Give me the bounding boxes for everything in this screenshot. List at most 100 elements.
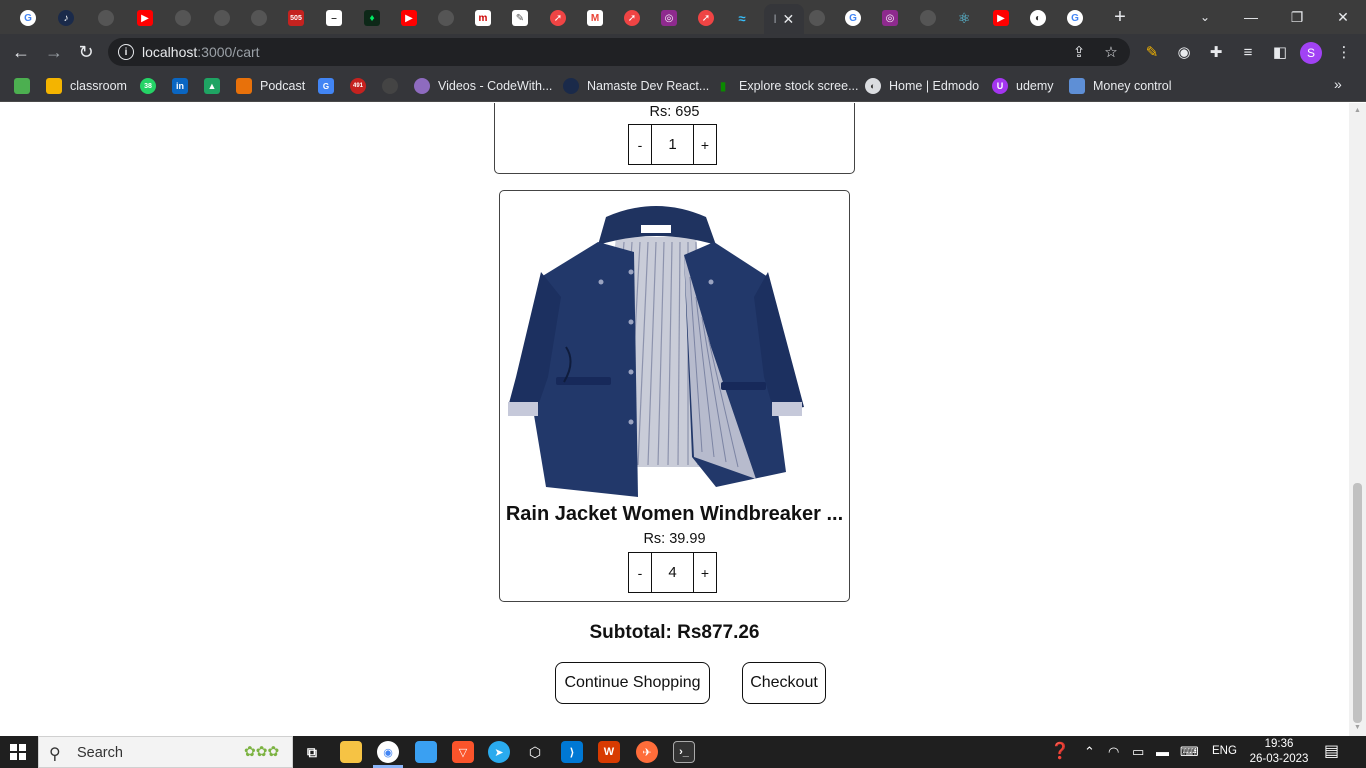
bookmark-translate[interactable]: G [318, 76, 342, 96]
close-window-button[interactable]: ✕ [1320, 0, 1366, 34]
tab-notes[interactable]: – [316, 4, 352, 32]
tab-rocket-2[interactable]: ➚ [614, 4, 650, 32]
language-indicator[interactable]: ENG [1212, 745, 1237, 757]
tab-react[interactable]: ⚛ [946, 4, 982, 32]
terminal-icon[interactable]: ›_ [673, 741, 695, 763]
tab-globe[interactable]: ◐ [1020, 4, 1056, 32]
tab-google-3[interactable]: G [1057, 4, 1093, 32]
wps-office-icon[interactable]: W [598, 741, 620, 763]
keyboard-icon[interactable]: ⌨ [1180, 744, 1199, 760]
cube-app-icon[interactable]: ⬡ [524, 741, 546, 763]
tab-github-2[interactable] [165, 4, 201, 32]
system-clock[interactable]: 19:36 26-03-2023 [1246, 736, 1312, 768]
chrome-icon[interactable]: ◉ [377, 741, 399, 763]
tab-mongodb[interactable]: ♦ [354, 4, 390, 32]
tab-github-3[interactable] [204, 4, 240, 32]
forward-arrow-icon[interactable]: → [41, 39, 67, 65]
bookmark-star-icon[interactable]: ☆ [1102, 43, 1120, 61]
bookmark-edmodo[interactable]: ◐ Home | Edmodo [865, 76, 979, 96]
scroll-up-arrow-icon[interactable]: ▲ [1353, 107, 1362, 115]
tab-calendar[interactable]: 505 [278, 4, 314, 32]
tab-app-2[interactable]: ◎ [872, 4, 908, 32]
decrement-button[interactable]: - [628, 124, 652, 165]
bookmark-moneycontrol[interactable]: Money control [1069, 76, 1172, 96]
battery-icon[interactable]: ▬ [1156, 744, 1169, 759]
tab-github-5[interactable] [428, 4, 464, 32]
site-info-icon[interactable]: i [118, 44, 134, 60]
menu-kebab-icon[interactable]: ⋮ [1334, 42, 1354, 62]
brave-icon[interactable]: ▽ [452, 741, 474, 763]
tab-tailwind[interactable]: ≈ [724, 4, 760, 32]
tab-youtube-3[interactable]: ▶ [983, 4, 1019, 32]
scrollbar-thumb[interactable] [1353, 483, 1362, 723]
bookmark-calendar[interactable]: 491 [350, 76, 374, 96]
extensions-puzzle-icon[interactable]: ✚ [1206, 42, 1226, 62]
notifications-icon[interactable]: ▤ [1324, 741, 1339, 761]
taskbar-search-box[interactable]: ⚲ Search ✿✿✿ [38, 736, 293, 768]
checkout-button[interactable]: Checkout [742, 662, 826, 704]
pen-extension-icon[interactable]: ✎ [1142, 42, 1162, 62]
bookmarks-overflow-icon[interactable]: » [1334, 76, 1342, 92]
increment-button[interactable]: + [693, 552, 717, 593]
bookmark-github[interactable] [382, 76, 406, 96]
bookmark-whatsapp[interactable]: 38 [140, 76, 164, 96]
media-control-icon[interactable]: ≡ [1238, 42, 1258, 62]
google-icon: G [20, 10, 36, 26]
task-view-icon[interactable]: ⧉ [301, 741, 323, 763]
minimize-button[interactable]: — [1228, 0, 1274, 34]
close-tab-icon[interactable]: ✕ [782, 11, 794, 28]
help-icon[interactable]: ❓ [1050, 741, 1070, 761]
windows-start-icon[interactable] [10, 744, 26, 760]
postman-icon[interactable]: ✈ [636, 741, 658, 763]
bookmark-stock[interactable]: ▮ Explore stock scree... [715, 76, 859, 96]
increment-button[interactable]: + [693, 124, 717, 165]
tab-github-7[interactable] [910, 4, 946, 32]
scroll-down-arrow-icon[interactable]: ▼ [1353, 724, 1362, 732]
tab-rocket-3[interactable]: ➚ [688, 4, 724, 32]
address-bar[interactable]: i localhost:3000/cart ⇪ ☆ [108, 38, 1130, 66]
tab-youtube-1[interactable]: ▶ [127, 4, 163, 32]
bookmark-linkedin[interactable]: in [172, 76, 196, 96]
wifi-icon[interactable]: ◠ [1108, 744, 1119, 760]
telegram-icon[interactable]: ➤ [488, 741, 510, 763]
tab-active-cart[interactable]: l ✕ [764, 4, 804, 34]
tab-doc[interactable]: ✎ [502, 4, 538, 32]
continue-shopping-button[interactable]: Continue Shopping [555, 662, 710, 704]
restore-button[interactable]: ❐ [1274, 0, 1320, 34]
back-arrow-icon[interactable]: ← [8, 39, 34, 65]
tab-google-2[interactable]: G [835, 4, 871, 32]
tab-app-1[interactable]: ◎ [651, 4, 687, 32]
notepad-icon[interactable] [415, 741, 437, 763]
tray-chevron-up-icon[interactable]: ⌃ [1084, 744, 1095, 760]
record-extension-icon[interactable]: ◉ [1174, 42, 1194, 62]
bookmark-podcast[interactable]: Podcast [236, 76, 305, 96]
share-icon[interactable]: ⇪ [1070, 43, 1088, 61]
bookmark-udemy[interactable]: Uudemy [992, 76, 1054, 96]
tab-google[interactable]: G [10, 4, 46, 32]
bookmark-classroom[interactable]: classroom [46, 76, 127, 96]
tab-github-1[interactable] [88, 4, 124, 32]
tab-title: l [773, 12, 777, 26]
page-scrollbar[interactable]: ▲ ▼ [1349, 103, 1366, 736]
new-tab-button[interactable]: + [1108, 5, 1132, 29]
bookmark-namaste[interactable]: Namaste Dev React... [563, 76, 709, 96]
vscode-icon[interactable]: ⟩ [561, 741, 583, 763]
tab-search-chevron-icon[interactable]: ⌄ [1182, 0, 1228, 34]
profile-avatar[interactable]: S [1300, 42, 1322, 64]
tab-github-6[interactable] [799, 4, 835, 32]
bookmark-apps[interactable] [14, 76, 38, 96]
bookmark-drive[interactable]: ▲ [204, 76, 228, 96]
file-explorer-icon[interactable] [340, 741, 362, 763]
reload-icon[interactable]: ↻ [73, 39, 99, 65]
tab-github-4[interactable] [241, 4, 277, 32]
display-icon[interactable]: ▭ [1132, 744, 1144, 760]
tab-medium[interactable]: m [465, 4, 501, 32]
tab-rocket-1[interactable]: ➚ [540, 4, 576, 32]
tab-youtube-2[interactable]: ▶ [391, 4, 427, 32]
tab-gmail[interactable]: M [577, 4, 613, 32]
item-price: Rs: 39.99 [643, 531, 706, 547]
side-panel-icon[interactable]: ◧ [1270, 42, 1290, 62]
bookmark-codewithharry[interactable]: Videos - CodeWith... [414, 76, 552, 96]
decrement-button[interactable]: - [628, 552, 652, 593]
tab-namaste[interactable]: ♪ [48, 4, 84, 32]
